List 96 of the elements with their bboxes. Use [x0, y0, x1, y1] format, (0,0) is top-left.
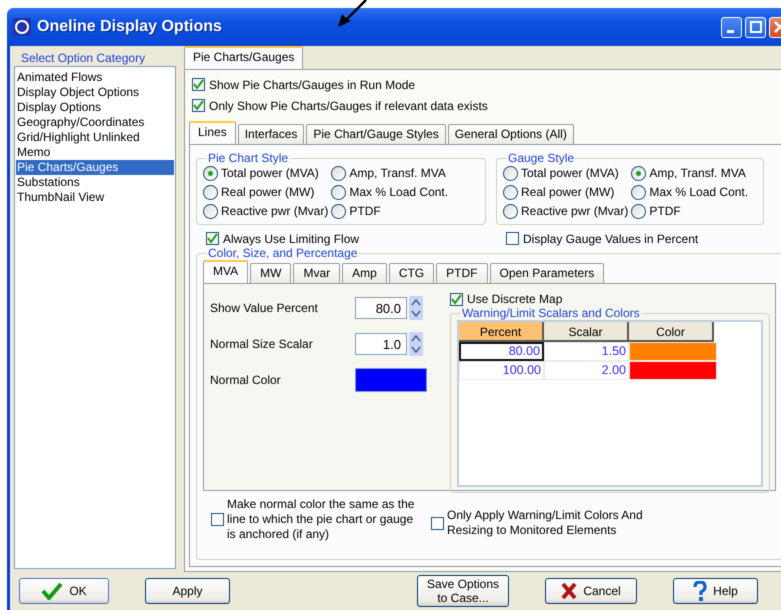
- radio-button[interactable]: [631, 184, 646, 200]
- table-cell[interactable]: 1.50: [544, 342, 629, 361]
- category-item[interactable]: Display Options: [16, 100, 174, 115]
- field-label: Normal Size Scalar: [210, 337, 314, 351]
- checkbox-label: Only Show Pie Charts/Gauges if relevant data exists: [209, 98, 488, 112]
- category-item[interactable]: Animated Flows: [16, 70, 174, 85]
- group-title: Select Option Category: [20, 51, 146, 65]
- category-item[interactable]: ThumbNail View: [16, 190, 174, 205]
- radio-label: Total power (MVA): [221, 166, 319, 180]
- number-field[interactable]: 80.0: [355, 297, 407, 319]
- tab[interactable]: PTDF: [436, 263, 488, 283]
- tab[interactable]: MW: [250, 263, 292, 283]
- radio-label: Max % Load Cont.: [649, 185, 748, 199]
- minimize-button[interactable]: [721, 16, 742, 38]
- field-label: Show Value Percent: [210, 301, 319, 315]
- checkbox[interactable]: [211, 512, 224, 526]
- radio-label: Reactive pwr (Mvar): [221, 204, 328, 218]
- category-item[interactable]: Substations: [16, 175, 174, 190]
- number-field[interactable]: 1.0: [355, 333, 407, 355]
- checkbox[interactable]: [450, 292, 463, 306]
- radio-button[interactable]: [203, 166, 218, 180]
- column-header[interactable]: Color: [629, 322, 714, 342]
- annotation-arrow: [336, 0, 368, 28]
- tab[interactable]: General Options (All): [448, 124, 574, 144]
- radio-label: PTDF: [349, 204, 381, 218]
- checkbox-label: Only Apply Warning/Limit Colors And Resizing to Monitored Elements: [447, 508, 644, 538]
- column-header[interactable]: Scalar: [544, 322, 629, 342]
- group-title: Pie Chart Style: [207, 151, 290, 165]
- button[interactable]: Save Options to Case...: [417, 575, 509, 607]
- tab[interactable]: CTG: [388, 263, 434, 283]
- radio-button[interactable]: [331, 204, 346, 218]
- checkbox-label: Display Gauge Values in Percent: [523, 232, 698, 246]
- tab[interactable]: Lines: [189, 121, 236, 144]
- color-cell[interactable]: [629, 361, 717, 380]
- radio-button[interactable]: [503, 166, 518, 180]
- cross-icon: [561, 582, 578, 600]
- radio-label: Real power (MW): [221, 185, 314, 199]
- radio-button[interactable]: [631, 166, 646, 180]
- radio-label: Max % Load Cont.: [349, 185, 448, 199]
- radio-label: Total power (MVA): [521, 166, 619, 180]
- category-item[interactable]: Memo: [16, 145, 174, 160]
- spinner-icon[interactable]: [409, 296, 423, 320]
- tab[interactable]: Open Parameters: [490, 263, 604, 283]
- button[interactable]: Apply: [145, 578, 230, 604]
- table-cell[interactable]: 80.00: [459, 342, 544, 361]
- checkbox-label: Use Discrete Map: [467, 292, 562, 306]
- tab[interactable]: Pie Chart/Gauge Styles: [306, 124, 446, 144]
- checkbox[interactable]: [431, 516, 444, 530]
- checkbox[interactable]: [206, 232, 219, 245]
- window-title: Oneline Display Options: [37, 18, 222, 36]
- checkbox[interactable]: [192, 99, 205, 112]
- radio-button[interactable]: [203, 184, 218, 200]
- color-swatch[interactable]: [355, 368, 427, 392]
- spinner-icon[interactable]: [409, 332, 423, 356]
- radio-label: Amp, Transf. MVA: [349, 166, 446, 180]
- group-title: Color, Size, and Percentage: [207, 246, 358, 260]
- radio-button[interactable]: [503, 204, 518, 218]
- radio-label: PTDF: [649, 204, 681, 218]
- checkbox-label: Always Use Limiting Flow: [223, 232, 360, 246]
- category-item[interactable]: Grid/Highlight Unlinked: [16, 130, 174, 145]
- tab[interactable]: Interfaces: [238, 124, 304, 144]
- category-item[interactable]: Pie Charts/Gauges: [16, 160, 174, 175]
- radio-button[interactable]: [631, 204, 646, 218]
- checkmark-icon: [41, 582, 64, 600]
- cancel-button[interactable]: Cancel: [545, 578, 637, 604]
- tab[interactable]: Amp: [342, 263, 387, 283]
- radio-button[interactable]: [331, 166, 346, 180]
- question-mark-icon: [693, 581, 708, 601]
- tab[interactable]: Pie Charts/Gauges: [184, 46, 304, 69]
- maximize-button[interactable]: [745, 16, 766, 38]
- maximize-icon: [750, 21, 762, 33]
- checkbox-label: Show Pie Charts/Gauges in Run Mode: [209, 78, 416, 92]
- radio-button[interactable]: [203, 204, 218, 218]
- category-item[interactable]: Display Object Options: [16, 85, 174, 100]
- checkbox[interactable]: [192, 78, 205, 91]
- tab[interactable]: Mvar: [293, 263, 340, 283]
- color-cell[interactable]: [629, 342, 717, 361]
- group-title: Warning/Limit Scalars and Colors: [461, 306, 641, 320]
- table-cell[interactable]: 100.00: [459, 361, 544, 380]
- field-label: Normal Color: [210, 373, 282, 387]
- minimize-icon: [726, 30, 734, 33]
- radio-button[interactable]: [331, 184, 346, 200]
- tab[interactable]: MVA: [203, 260, 248, 283]
- checkbox[interactable]: [506, 232, 519, 245]
- radio-button[interactable]: [503, 184, 518, 200]
- app-icon: [13, 18, 31, 36]
- column-header[interactable]: Percent: [459, 322, 544, 342]
- radio-label: Amp, Transf. MVA: [649, 166, 746, 180]
- radio-label: Reactive pwr (Mvar): [521, 204, 628, 218]
- category-item[interactable]: Geography/Coordinates: [16, 115, 174, 130]
- radio-label: Real power (MW): [521, 185, 614, 199]
- help-button[interactable]: Help: [673, 578, 758, 604]
- ok-button[interactable]: OK: [19, 578, 109, 604]
- group-title: Gauge Style: [507, 151, 576, 165]
- checkbox-label: Make normal color the same as the line to which the pie chart or gauge is anchored (if any): [227, 496, 416, 542]
- table-cell[interactable]: 2.00: [544, 361, 629, 380]
